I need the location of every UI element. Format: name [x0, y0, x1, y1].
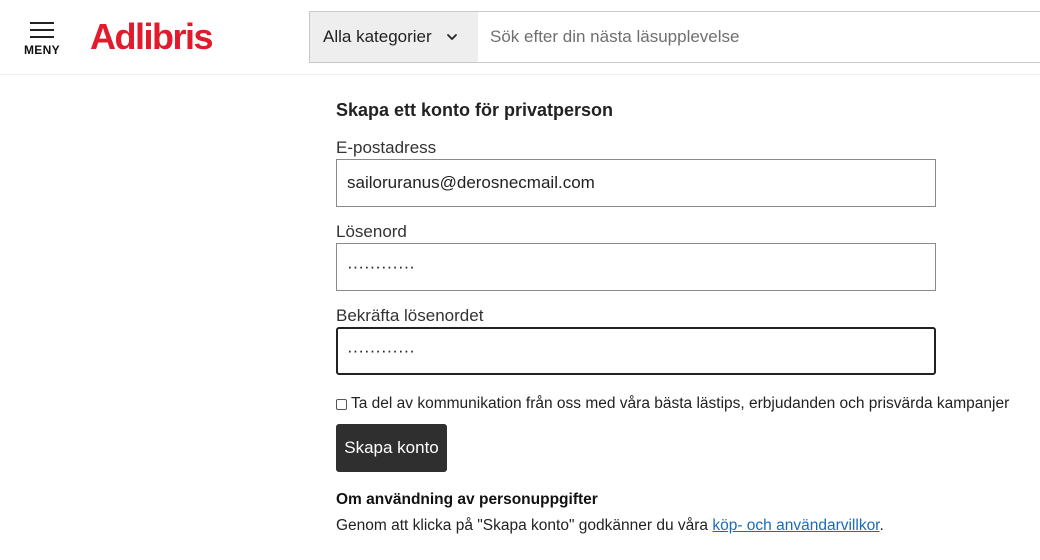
- hamburger-icon: [30, 22, 54, 38]
- password-field[interactable]: [336, 243, 936, 291]
- search-bar: Alla kategorier: [309, 11, 1040, 63]
- privacy-text-suffix: .: [879, 517, 884, 534]
- newsletter-checkbox[interactable]: [336, 398, 347, 410]
- category-label: Alla kategorier: [323, 27, 432, 46]
- email-field[interactable]: [336, 159, 936, 207]
- privacy-title: Om användning av personuppgifter: [336, 491, 598, 508]
- privacy-text-prefix: Genom att klicka på "Skapa konto" godkän…: [336, 517, 713, 534]
- create-account-button[interactable]: Skapa konto: [336, 424, 447, 472]
- email-label: E-postadress: [336, 138, 437, 157]
- menu-button[interactable]: MENY: [22, 18, 62, 60]
- menu-label: MENY: [24, 43, 60, 57]
- form-title: Skapa ett konto för privatperson: [336, 100, 614, 120]
- terms-link[interactable]: köp- och användarvillkor: [712, 517, 879, 534]
- newsletter-label[interactable]: Ta del av kommunikation från oss med vår…: [351, 395, 1009, 413]
- confirm-password-label: Bekräfta lösenordet: [336, 306, 484, 325]
- confirm-password-field[interactable]: [336, 327, 936, 375]
- privacy-text: Genom att klicka på "Skapa konto" godkän…: [336, 517, 884, 535]
- chevron-down-icon: [446, 34, 457, 40]
- search-input[interactable]: [478, 12, 1040, 62]
- site-logo[interactable]: Adlibris: [90, 16, 214, 58]
- site-header: MENY Adlibris Alla kategorier: [0, 0, 1040, 75]
- newsletter-option: Ta del av kommunikation från oss med vår…: [336, 395, 1009, 413]
- category-dropdown[interactable]: Alla kategorier: [310, 12, 478, 62]
- password-label: Lösenord: [336, 222, 407, 241]
